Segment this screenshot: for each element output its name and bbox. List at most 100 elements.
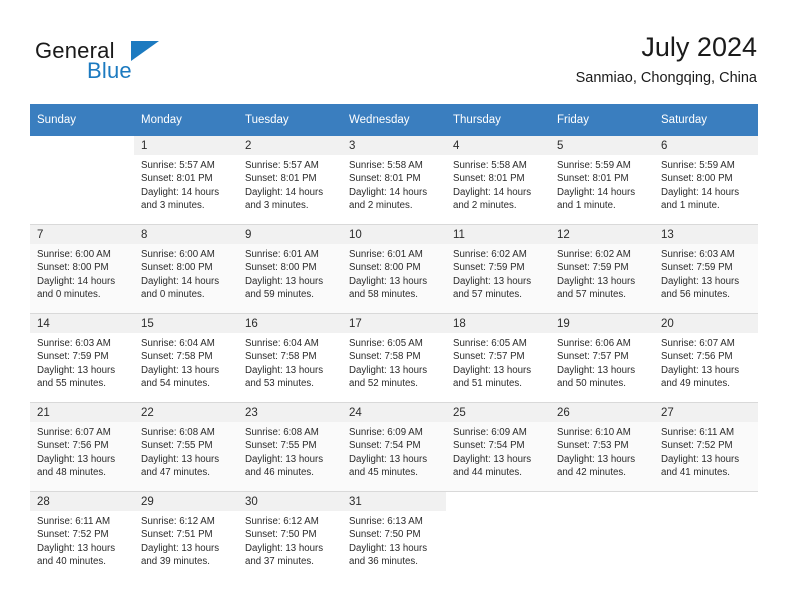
sunset-text: Sunset: 7:59 PM [453, 262, 525, 274]
day-details: Sunrise: 6:00 AM Sunset: 8:00 PM Daylight:… [134, 244, 238, 301]
calendar-day-cell[interactable]: 18 Sunrise: 6:05 AM Sunset: 7:57 PM Dayligh… [446, 313, 550, 403]
sunrise-text: Sunrise: 5:59 AM [661, 160, 735, 171]
sunset-text: Sunset: 7:55 PM [141, 440, 213, 452]
calendar-day-cell[interactable]: 6 Sunrise: 5:59 AM Sunset: 8:00 PM Daylight… [654, 136, 758, 225]
day-details: Sunrise: 5:59 AM Sunset: 8:01 PM Daylight:… [550, 155, 654, 212]
sunrise-text: Sunrise: 6:05 AM [349, 338, 423, 349]
sunset-text: Sunset: 7:50 PM [245, 529, 317, 541]
daylight-text: Daylight: 13 hours [661, 364, 740, 376]
day-details: Sunrise: 6:01 AM Sunset: 8:00 PM Daylight:… [342, 244, 446, 301]
calendar-day-cell[interactable]: 22 Sunrise: 6:08 AM Sunset: 7:55 PM Dayligh… [134, 402, 238, 492]
calendar-day-cell[interactable]: 29 Sunrise: 6:12 AM Sunset: 7:51 PM Dayligh… [134, 491, 238, 580]
day-number: 29 [134, 492, 238, 511]
calendar-day-cell[interactable]: 4 Sunrise: 5:58 AM Sunset: 8:01 PM Daylight… [446, 136, 550, 225]
day-number: 11 [446, 225, 550, 244]
calendar-day-cell[interactable]: 10 Sunrise: 6:01 AM Sunset: 8:00 PM Dayligh… [342, 224, 446, 314]
day-cell-inner: 3 Sunrise: 5:58 AM Sunset: 8:01 PM Daylight… [342, 136, 446, 224]
calendar-day-cell[interactable]: 14 Sunrise: 6:03 AM Sunset: 7:59 PM Dayligh… [30, 313, 134, 403]
day-number: 4 [446, 136, 550, 155]
daylight-text-cont: and 1 minute. [557, 199, 616, 211]
day-details: Sunrise: 5:59 AM Sunset: 8:00 PM Daylight:… [654, 155, 758, 212]
calendar-day-cell[interactable]: 3 Sunrise: 5:58 AM Sunset: 8:01 PM Daylight… [342, 136, 446, 225]
sunrise-text: Sunrise: 5:57 AM [245, 160, 319, 171]
daylight-text: Daylight: 14 hours [453, 186, 532, 198]
weekday-header-saturday: Saturday [654, 104, 758, 136]
day-details: Sunrise: 6:04 AM Sunset: 7:58 PM Daylight:… [134, 333, 238, 390]
daylight-text: Daylight: 13 hours [245, 542, 324, 554]
sunrise-text: Sunrise: 6:10 AM [557, 427, 631, 438]
weekday-header-sunday: Sunday [30, 104, 134, 136]
calendar-day-cell[interactable]: 24 Sunrise: 6:09 AM Sunset: 7:54 PM Dayligh… [342, 402, 446, 492]
day-details: Sunrise: 6:03 AM Sunset: 7:59 PM Daylight:… [30, 333, 134, 390]
sunrise-text: Sunrise: 6:00 AM [141, 249, 215, 260]
calendar-day-cell-empty [30, 136, 134, 225]
calendar-day-cell[interactable]: 1 Sunrise: 5:57 AM Sunset: 8:01 PM Daylight… [134, 136, 238, 225]
day-cell-inner: 5 Sunrise: 5:59 AM Sunset: 8:01 PM Daylight… [550, 136, 654, 224]
day-details: Sunrise: 5:58 AM Sunset: 8:01 PM Daylight:… [342, 155, 446, 212]
calendar-day-cell[interactable]: 26 Sunrise: 6:10 AM Sunset: 7:53 PM Dayligh… [550, 402, 654, 492]
sunrise-text: Sunrise: 6:02 AM [557, 249, 631, 260]
day-details: Sunrise: 6:08 AM Sunset: 7:55 PM Daylight:… [134, 422, 238, 479]
calendar-day-cell[interactable]: 25 Sunrise: 6:09 AM Sunset: 7:54 PM Dayligh… [446, 402, 550, 492]
day-number: 8 [134, 225, 238, 244]
day-number: 13 [654, 225, 758, 244]
calendar-day-cell[interactable]: 21 Sunrise: 6:07 AM Sunset: 7:56 PM Dayligh… [30, 402, 134, 492]
daylight-text-cont: and 0 minutes. [141, 288, 205, 300]
day-number: 12 [550, 225, 654, 244]
calendar-day-cell[interactable]: 17 Sunrise: 6:05 AM Sunset: 7:58 PM Dayligh… [342, 313, 446, 403]
calendar-day-cell[interactable]: 2 Sunrise: 5:57 AM Sunset: 8:01 PM Daylight… [238, 136, 342, 225]
sunrise-text: Sunrise: 6:07 AM [37, 427, 111, 438]
calendar-day-cell[interactable]: 20 Sunrise: 6:07 AM Sunset: 7:56 PM Dayligh… [654, 313, 758, 403]
weekday-header-tuesday: Tuesday [238, 104, 342, 136]
day-number: 14 [30, 314, 134, 333]
calendar-day-cell[interactable]: 23 Sunrise: 6:08 AM Sunset: 7:55 PM Dayligh… [238, 402, 342, 492]
daylight-text: Daylight: 14 hours [557, 186, 636, 198]
calendar-day-cell[interactable]: 11 Sunrise: 6:02 AM Sunset: 7:59 PM Dayligh… [446, 224, 550, 314]
calendar-week-row: 28 Sunrise: 6:11 AM Sunset: 7:52 PM Dayligh… [30, 491, 758, 580]
daylight-text-cont: and 3 minutes. [245, 199, 309, 211]
daylight-text-cont: and 44 minutes. [453, 466, 522, 478]
calendar-day-cell[interactable]: 19 Sunrise: 6:06 AM Sunset: 7:57 PM Dayligh… [550, 313, 654, 403]
sunset-text: Sunset: 7:54 PM [349, 440, 421, 452]
calendar-day-cell[interactable]: 31 Sunrise: 6:13 AM Sunset: 7:50 PM Dayligh… [342, 491, 446, 580]
day-number [30, 136, 134, 155]
daylight-text: Daylight: 13 hours [141, 453, 220, 465]
calendar-day-cell[interactable]: 15 Sunrise: 6:04 AM Sunset: 7:58 PM Dayligh… [134, 313, 238, 403]
day-number: 17 [342, 314, 446, 333]
sunrise-text: Sunrise: 5:58 AM [349, 160, 423, 171]
day-number: 21 [30, 403, 134, 422]
calendar-week-row: 7 Sunrise: 6:00 AM Sunset: 8:00 PM Daylight… [30, 224, 758, 314]
calendar-day-cell[interactable]: 28 Sunrise: 6:11 AM Sunset: 7:52 PM Dayligh… [30, 491, 134, 580]
day-details: Sunrise: 5:57 AM Sunset: 8:01 PM Daylight:… [134, 155, 238, 212]
calendar-day-cell[interactable]: 30 Sunrise: 6:12 AM Sunset: 7:50 PM Dayligh… [238, 491, 342, 580]
day-number [446, 492, 550, 511]
daylight-text: Daylight: 13 hours [349, 542, 428, 554]
day-number: 6 [654, 136, 758, 155]
daylight-text-cont: and 52 minutes. [349, 377, 418, 389]
daylight-text: Daylight: 14 hours [349, 186, 428, 198]
day-cell-inner: 2 Sunrise: 5:57 AM Sunset: 8:01 PM Daylight… [238, 136, 342, 224]
daylight-text: Daylight: 14 hours [141, 275, 220, 287]
calendar-day-cell[interactable]: 27 Sunrise: 6:11 AM Sunset: 7:52 PM Dayligh… [654, 402, 758, 492]
day-cell-inner [30, 136, 134, 224]
sunrise-text: Sunrise: 6:12 AM [141, 516, 215, 527]
sunset-text: Sunset: 8:01 PM [349, 173, 421, 185]
daylight-text: Daylight: 13 hours [661, 453, 740, 465]
calendar-day-cell[interactable]: 13 Sunrise: 6:03 AM Sunset: 7:59 PM Dayligh… [654, 224, 758, 314]
daylight-text: Daylight: 13 hours [37, 453, 116, 465]
day-cell-inner: 27 Sunrise: 6:11 AM Sunset: 7:52 PM Dayligh… [654, 403, 758, 491]
sunrise-text: Sunrise: 6:13 AM [349, 516, 423, 527]
sunset-text: Sunset: 7:56 PM [37, 440, 109, 452]
day-details: Sunrise: 6:07 AM Sunset: 7:56 PM Daylight:… [30, 422, 134, 479]
calendar-day-cell[interactable]: 12 Sunrise: 6:02 AM Sunset: 7:59 PM Dayligh… [550, 224, 654, 314]
daylight-text-cont: and 45 minutes. [349, 466, 418, 478]
calendar-day-cell[interactable]: 16 Sunrise: 6:04 AM Sunset: 7:58 PM Dayligh… [238, 313, 342, 403]
weekday-header-thursday: Thursday [446, 104, 550, 136]
day-number: 20 [654, 314, 758, 333]
brand-logo[interactable]: General Blue [35, 38, 235, 88]
calendar-day-cell[interactable]: 9 Sunrise: 6:01 AM Sunset: 8:00 PM Daylight… [238, 224, 342, 314]
calendar-day-cell[interactable]: 5 Sunrise: 5:59 AM Sunset: 8:01 PM Daylight… [550, 136, 654, 225]
calendar-day-cell[interactable]: 8 Sunrise: 6:00 AM Sunset: 8:00 PM Daylight… [134, 224, 238, 314]
calendar-day-cell[interactable]: 7 Sunrise: 6:00 AM Sunset: 8:00 PM Daylight… [30, 224, 134, 314]
sunset-text: Sunset: 7:50 PM [349, 529, 421, 541]
